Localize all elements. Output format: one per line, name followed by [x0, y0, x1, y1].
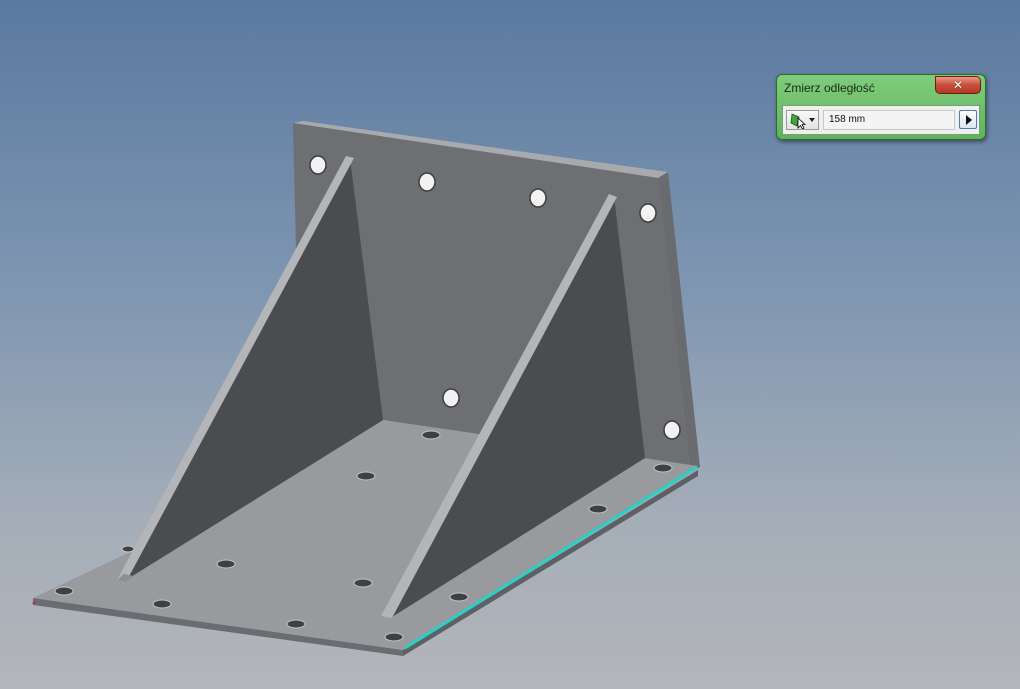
- hole: [384, 632, 404, 642]
- hole: [216, 559, 236, 569]
- dialog-title: Zmierz odległość: [784, 81, 875, 95]
- hole: [653, 463, 673, 473]
- hole: [449, 592, 469, 602]
- bracket-model[interactable]: [32, 121, 701, 656]
- hole: [529, 188, 547, 208]
- measure-distance-dialog[interactable]: Zmierz odległość ✕ 158 mm: [776, 74, 986, 140]
- play-arrow-icon: [966, 115, 972, 125]
- hole: [309, 155, 327, 175]
- hole: [588, 504, 608, 514]
- hole: [286, 619, 306, 629]
- hole: [418, 172, 436, 192]
- hole: [442, 388, 460, 408]
- hole: [356, 471, 376, 481]
- chevron-down-icon: [809, 118, 815, 122]
- close-button[interactable]: ✕: [935, 76, 981, 94]
- close-icon: ✕: [952, 78, 964, 92]
- hole: [353, 578, 373, 588]
- cursor-select-icon: [790, 113, 807, 129]
- hole: [54, 586, 74, 596]
- dialog-body: 158 mm: [782, 105, 980, 135]
- hole: [152, 599, 172, 609]
- hole: [639, 203, 657, 223]
- hole: [421, 430, 441, 440]
- hole: [121, 545, 135, 553]
- expand-button[interactable]: [959, 110, 977, 129]
- origin-marker: [32, 601, 36, 605]
- selection-mode-dropdown[interactable]: [786, 110, 819, 130]
- distance-value-field[interactable]: 158 mm: [823, 110, 955, 130]
- hole: [663, 420, 681, 440]
